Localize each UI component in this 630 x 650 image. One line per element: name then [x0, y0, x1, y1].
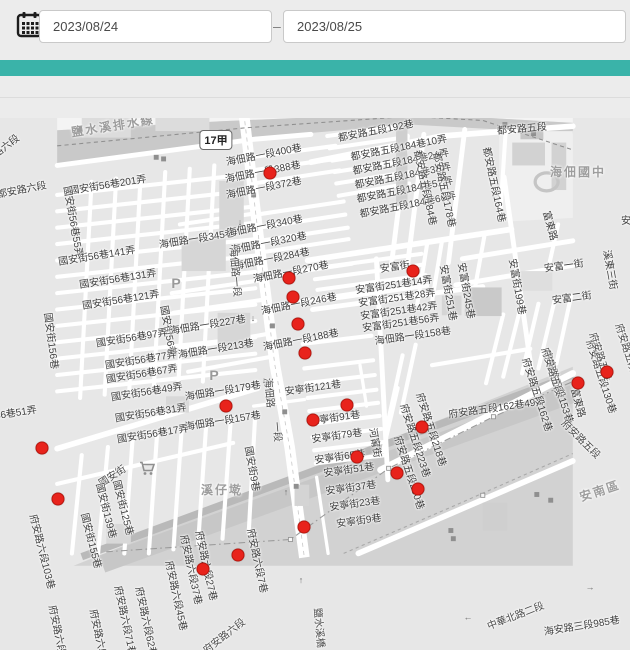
map[interactable]: 鹽水溪排水線海佃國中溪仔墘安南區路六段都安路六段國安街56巷201弄國安街56巷… — [0, 118, 630, 650]
place-label: 海佃國中 — [550, 166, 606, 178]
incident-marker[interactable] — [52, 493, 65, 506]
incident-marker[interactable] — [299, 347, 312, 360]
incident-marker[interactable] — [287, 291, 300, 304]
incident-marker[interactable] — [351, 451, 364, 464]
incident-marker[interactable] — [220, 400, 233, 413]
incident-marker[interactable] — [412, 483, 425, 496]
incident-marker[interactable] — [36, 442, 49, 455]
incident-marker[interactable] — [232, 549, 245, 562]
incident-marker[interactable] — [307, 414, 320, 427]
one-way-arrow: ↓ — [262, 375, 267, 385]
date-to-input[interactable] — [283, 10, 626, 43]
incident-marker[interactable] — [283, 272, 296, 285]
one-way-arrow: ↓ — [251, 313, 256, 323]
parking-icon: P — [171, 275, 180, 291]
parking-icon: P — [209, 367, 218, 383]
incident-marker[interactable] — [292, 318, 305, 331]
date-range-toolbar: – — [0, 0, 630, 60]
incident-marker[interactable] — [416, 421, 429, 434]
place-label: 溪仔墘 — [201, 484, 243, 496]
one-way-arrow: → — [586, 582, 595, 592]
app-window: – 鹽水溪排水線海佃國中溪仔墘安南區路六段都安路六段國安街56巷201弄國安街5… — [0, 0, 630, 650]
accent-bar — [0, 60, 630, 76]
toolbar-substrip — [0, 76, 630, 98]
street-label: 安 — [621, 217, 630, 227]
road-name-label: 鹽水溪橋 — [311, 608, 324, 649]
date-from-input[interactable] — [39, 10, 272, 43]
one-way-arrow: ← — [464, 612, 473, 622]
one-way-arrow: ↓ — [238, 217, 243, 227]
incident-marker[interactable] — [197, 563, 210, 576]
toolbar-substrip-2 — [0, 98, 630, 118]
incident-marker[interactable] — [264, 167, 277, 180]
road-name-label: 一段 — [270, 422, 282, 443]
one-way-arrow: ↑ — [299, 575, 304, 585]
incident-marker[interactable] — [407, 265, 420, 278]
one-way-arrow: ↑ — [284, 487, 289, 497]
supermarket-cart-icon — [139, 462, 155, 479]
incident-marker[interactable] — [601, 366, 614, 379]
incident-marker[interactable] — [341, 399, 354, 412]
incident-marker[interactable] — [391, 467, 404, 480]
route-shield-17jia: 17甲 — [199, 130, 232, 150]
date-range-separator: – — [273, 18, 281, 34]
incident-marker[interactable] — [572, 377, 585, 390]
incident-marker[interactable] — [298, 521, 311, 534]
